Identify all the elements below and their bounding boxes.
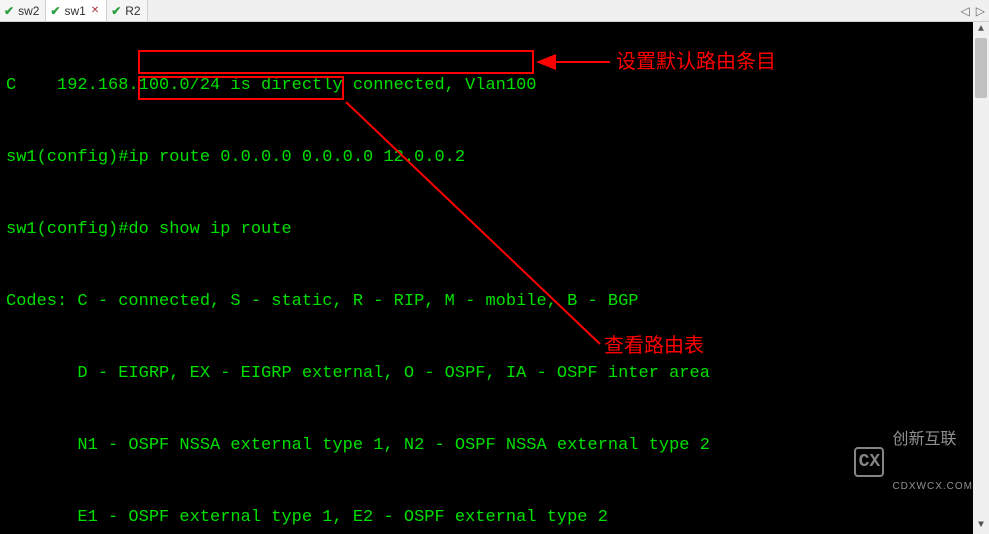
tab-r2[interactable]: ✔ R2 bbox=[107, 0, 147, 21]
annotation-default-route: 设置默认路由条目 bbox=[616, 50, 776, 74]
terminal-line: E1 - OSPF external type 1, E2 - OSPF ext… bbox=[6, 506, 983, 530]
scrollbar[interactable]: ▲ ▼ bbox=[973, 22, 989, 534]
annotation-show-route: 查看路由表 bbox=[604, 334, 704, 358]
check-icon: ✔ bbox=[111, 5, 121, 17]
tab-label: sw1 bbox=[64, 4, 85, 18]
scroll-down-icon[interactable]: ▼ bbox=[973, 518, 989, 534]
terminal-line: Codes: C - connected, S - static, R - RI… bbox=[6, 290, 983, 314]
check-icon: ✔ bbox=[50, 5, 60, 17]
tab-bar: ✔ sw2 ✔ sw1 ✕ ✔ R2 ◁ ▷ bbox=[0, 0, 989, 22]
tab-prev-icon[interactable]: ◁ bbox=[961, 4, 970, 18]
tab-next-icon[interactable]: ▷ bbox=[976, 4, 985, 18]
close-icon[interactable]: ✕ bbox=[90, 6, 100, 16]
tab-label: sw2 bbox=[18, 4, 39, 18]
check-icon: ✔ bbox=[4, 5, 14, 17]
tab-label: R2 bbox=[125, 4, 140, 18]
terminal-output[interactable]: C 192.168.100.0/24 is directly connected… bbox=[0, 22, 989, 534]
tab-sw1[interactable]: ✔ sw1 ✕ bbox=[46, 0, 107, 21]
terminal-line: D - EIGRP, EX - EIGRP external, O - OSPF… bbox=[6, 362, 983, 386]
watermark-line2: CDXWCX.COM bbox=[892, 482, 973, 493]
terminal-line: C 192.168.100.0/24 is directly connected… bbox=[6, 74, 983, 98]
terminal-line: N1 - OSPF NSSA external type 1, N2 - OSP… bbox=[6, 434, 983, 458]
highlight-box-default-route bbox=[138, 50, 534, 74]
scroll-up-icon[interactable]: ▲ bbox=[973, 22, 989, 38]
terminal-line: sw1(config)#ip route 0.0.0.0 0.0.0.0 12.… bbox=[6, 146, 983, 170]
scroll-thumb[interactable] bbox=[975, 38, 987, 98]
terminal-line: sw1(config)#do show ip route bbox=[6, 218, 983, 242]
scroll-track[interactable] bbox=[975, 38, 987, 518]
tab-nav: ◁ ▷ bbox=[957, 0, 989, 21]
tab-sw2[interactable]: ✔ sw2 bbox=[0, 0, 46, 21]
